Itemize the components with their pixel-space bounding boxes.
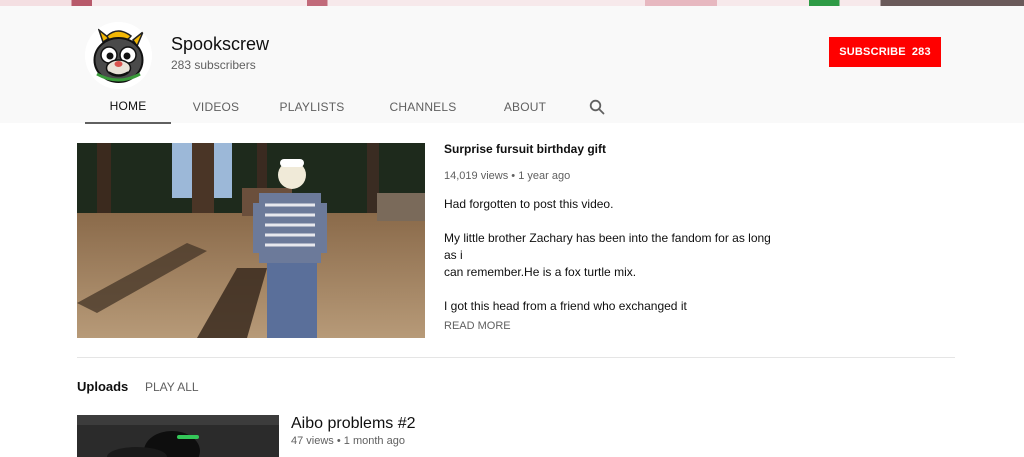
channel-search-button[interactable] [567, 88, 627, 124]
meta-separator: • [336, 435, 344, 447]
featured-video-title[interactable]: Surprise fursuit birthday gift [444, 142, 774, 156]
tab-videos[interactable]: Videos [171, 88, 261, 124]
featured-video-meta: 14,019 views • 1 year ago [444, 170, 774, 182]
tab-channels[interactable]: Channels [363, 88, 483, 124]
section-divider [77, 357, 955, 358]
channel-header: Spookscrew 283 subscribers Subscribe 283… [0, 6, 1024, 124]
upload-title[interactable]: Aibo problems #2 [291, 415, 416, 433]
subscribe-button[interactable]: Subscribe 283 [829, 37, 941, 67]
featured-video-views: 14,019 views [444, 170, 509, 182]
tab-home[interactable]: Home [85, 88, 171, 124]
search-icon [589, 99, 605, 115]
channel-avatar[interactable] [85, 22, 152, 89]
description-gap [444, 281, 774, 298]
subscriber-count: 283 subscribers [171, 58, 256, 72]
tab-playlists[interactable]: Playlists [261, 88, 363, 124]
subscribe-count: 283 [911, 46, 931, 58]
featured-video-age: 1 year ago [518, 170, 571, 182]
channel-tabs: Home Videos Playlists Channels About [85, 88, 627, 124]
description-line: My little brother Zachary has been into … [444, 231, 771, 262]
tab-about[interactable]: About [483, 88, 567, 124]
description-line: Had forgotten to post this video. [444, 197, 614, 211]
subscribe-label: Subscribe [839, 46, 906, 58]
description-gap [444, 213, 774, 230]
channel-name: Spookscrew [171, 34, 270, 54]
upload-views: 47 views [291, 435, 334, 447]
upload-thumbnail[interactable] [77, 415, 279, 457]
play-all-button[interactable]: Play all [145, 380, 199, 394]
description-line: can remember.He is a fox turtle mix. [444, 265, 637, 279]
read-more-link[interactable]: Read more [444, 320, 774, 332]
featured-video-description: Had forgotten to post this video. My lit… [444, 196, 774, 315]
featured-video-thumbnail[interactable] [77, 143, 425, 338]
featured-video-info: Surprise fursuit birthday gift 14,019 vi… [444, 142, 774, 332]
uploads-section-title[interactable]: Uploads [77, 379, 128, 394]
upload-age: 1 month ago [343, 435, 405, 447]
upload-meta: 47 views • 1 month ago [291, 435, 405, 447]
description-line: I got this head from a friend who exchan… [444, 299, 687, 313]
